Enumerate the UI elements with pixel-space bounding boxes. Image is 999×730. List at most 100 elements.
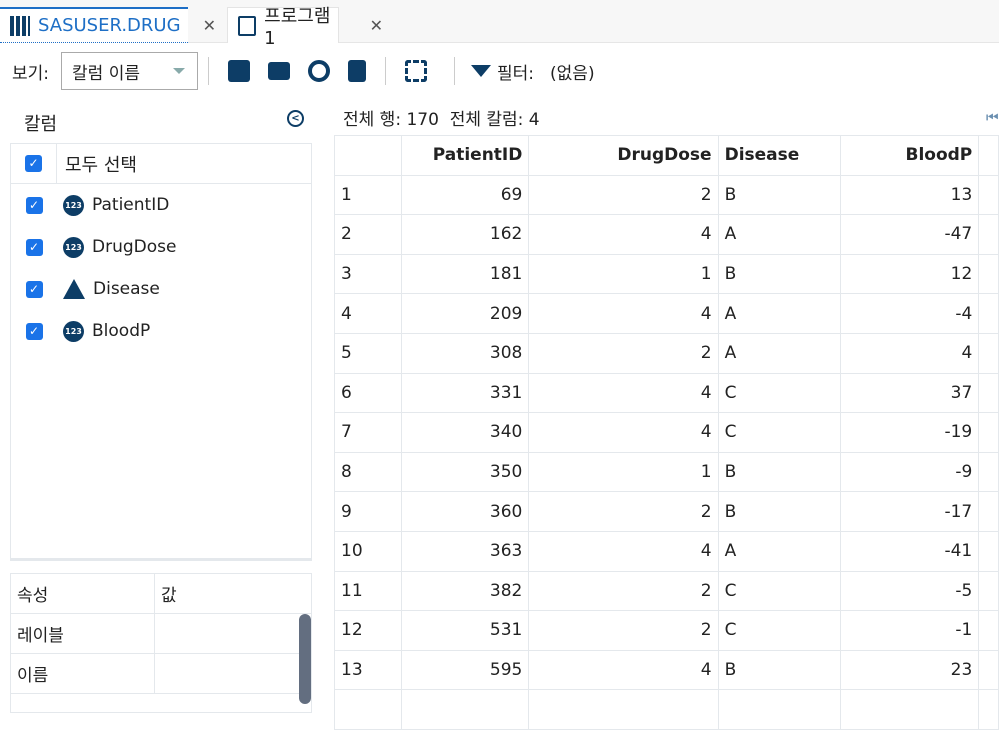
- row-number: 9: [334, 491, 402, 532]
- table-row[interactable]: 3 181 1 B 12: [334, 253, 999, 295]
- table-row[interactable]: 8 350 1 B -9: [334, 451, 999, 493]
- table-cell: 162: [400, 214, 530, 255]
- table-cell: 4: [528, 649, 719, 691]
- select-all-label: 모두 선택: [65, 154, 137, 176]
- table-cell: 331: [400, 372, 530, 414]
- column-item[interactable]: ✓ 123 PatientID: [11, 184, 311, 226]
- row-number: 12: [334, 610, 402, 651]
- table-cell: B: [717, 451, 841, 493]
- collapse-icon[interactable]: <: [287, 110, 304, 127]
- column-name: BloodP: [92, 321, 151, 341]
- table-row[interactable]: 13 595 4 B 23: [334, 649, 999, 691]
- table-row[interactable]: 9 360 2 B -17: [334, 491, 999, 532]
- table-properties-icon[interactable]: [228, 60, 251, 82]
- refresh-icon[interactable]: [308, 60, 331, 82]
- print-icon[interactable]: [268, 62, 291, 80]
- table-cell: [978, 610, 999, 651]
- maximize-icon[interactable]: [405, 60, 428, 82]
- column-item[interactable]: ✓ 123 DrugDose: [11, 226, 311, 268]
- table-cell: 2: [528, 491, 719, 532]
- table-cell: 181: [400, 253, 530, 295]
- table-row[interactable]: 12 531 2 C -1: [334, 610, 999, 651]
- close-icon[interactable]: ✕: [370, 16, 383, 35]
- column-header[interactable]: [978, 135, 999, 176]
- table-cell: A: [717, 293, 841, 334]
- table-cell: [978, 570, 999, 612]
- table-cell: -9: [839, 451, 980, 493]
- filter-button[interactable]: 필터: (없음): [471, 59, 595, 84]
- table-cell: 4: [528, 530, 719, 572]
- view-label: 보기:: [12, 63, 50, 84]
- table-row[interactable]: 6 331 4 C 37: [334, 372, 999, 414]
- column-checkbox[interactable]: ✓: [25, 196, 43, 214]
- table-cell: 2: [528, 174, 719, 216]
- character-type-icon: A: [63, 279, 85, 299]
- prop-label: 레이블: [11, 614, 155, 653]
- select-all-checkbox[interactable]: ✓: [25, 155, 42, 172]
- table-summary: 전체 행: 170 전체 칼럼: 4: [343, 110, 540, 130]
- row-number: 11: [334, 570, 402, 612]
- table-cell: 69: [400, 174, 530, 216]
- table-cell: -19: [839, 412, 980, 453]
- table-cell: -17: [839, 491, 980, 532]
- table-cell: A: [717, 214, 841, 255]
- filter-label: 필터:: [497, 63, 535, 84]
- table-row[interactable]: 1 69 2 B 13: [334, 174, 999, 216]
- table-cell: C: [717, 372, 841, 414]
- table-cell: [978, 174, 999, 216]
- prop-header: 속성: [11, 574, 155, 613]
- divider: [454, 57, 456, 85]
- table-row[interactable]: 5 308 2 A 4: [334, 332, 999, 374]
- scrollbar[interactable]: [299, 614, 311, 704]
- table-cell: 4: [528, 214, 719, 255]
- column-name: PatientID: [92, 195, 170, 215]
- column-checkbox[interactable]: ✓: [25, 238, 43, 256]
- table-row[interactable]: 2 162 4 A -47: [334, 214, 999, 255]
- table-row[interactable]: 7 340 4 C -19: [334, 412, 999, 453]
- table-cell: 4: [839, 332, 980, 374]
- table-cell: A: [717, 332, 841, 374]
- tab-sasuser-drug[interactable]: SASUSER.DRUG ✕: [0, 7, 216, 43]
- table-cell: [717, 689, 841, 730]
- divider: [208, 57, 210, 85]
- column-header[interactable]: [334, 135, 402, 176]
- table-cell: 595: [400, 649, 530, 691]
- table-cell: 308: [400, 332, 530, 374]
- first-page-icon[interactable]: ⏮: [986, 110, 999, 126]
- column-checkbox[interactable]: ✓: [25, 322, 43, 340]
- column-header[interactable]: PatientID: [400, 135, 530, 176]
- table-cell: B: [717, 491, 841, 532]
- table-cell: 2: [528, 610, 719, 651]
- row-number: 2: [334, 214, 402, 255]
- table-cell: 363: [400, 530, 530, 572]
- table-row[interactable]: [334, 689, 999, 730]
- column-checkbox[interactable]: ✓: [25, 280, 43, 298]
- numeric-type-icon: 123: [63, 236, 84, 258]
- row-number: 4: [334, 293, 402, 334]
- table-cell: 23: [839, 649, 980, 691]
- view-select[interactable]: 칼럼 이름: [61, 52, 199, 90]
- column-item[interactable]: ✓ A Disease: [11, 268, 311, 310]
- table-cell: 37: [839, 372, 980, 414]
- table-row[interactable]: 10 363 4 A -41: [334, 530, 999, 572]
- column-header[interactable]: Disease: [717, 135, 841, 176]
- tab-label: SASUSER.DRUG: [38, 15, 181, 36]
- table-cell: 209: [400, 293, 530, 334]
- table-cell: 531: [400, 610, 530, 651]
- table-row[interactable]: 11 382 2 C -5: [334, 570, 999, 612]
- tab-program-1[interactable]: 프로그램 1 ✕: [227, 6, 383, 49]
- filter-value: (없음): [550, 63, 595, 84]
- table-cell: -1: [839, 610, 980, 651]
- list-icon[interactable]: [348, 60, 367, 82]
- table-row[interactable]: 4 209 4 A -4: [334, 293, 999, 334]
- table-cell: [528, 689, 719, 730]
- table-cell: B: [717, 174, 841, 216]
- table-cell: 13: [839, 174, 980, 216]
- chevron-down-icon: [173, 68, 186, 74]
- column-item[interactable]: ✓ 123 BloodP: [11, 310, 311, 352]
- column-header[interactable]: DrugDose: [528, 135, 719, 176]
- column-header[interactable]: BloodP: [839, 135, 980, 176]
- close-icon[interactable]: ✕: [203, 16, 216, 35]
- table-cell: [978, 689, 999, 730]
- filter-icon: [471, 65, 492, 77]
